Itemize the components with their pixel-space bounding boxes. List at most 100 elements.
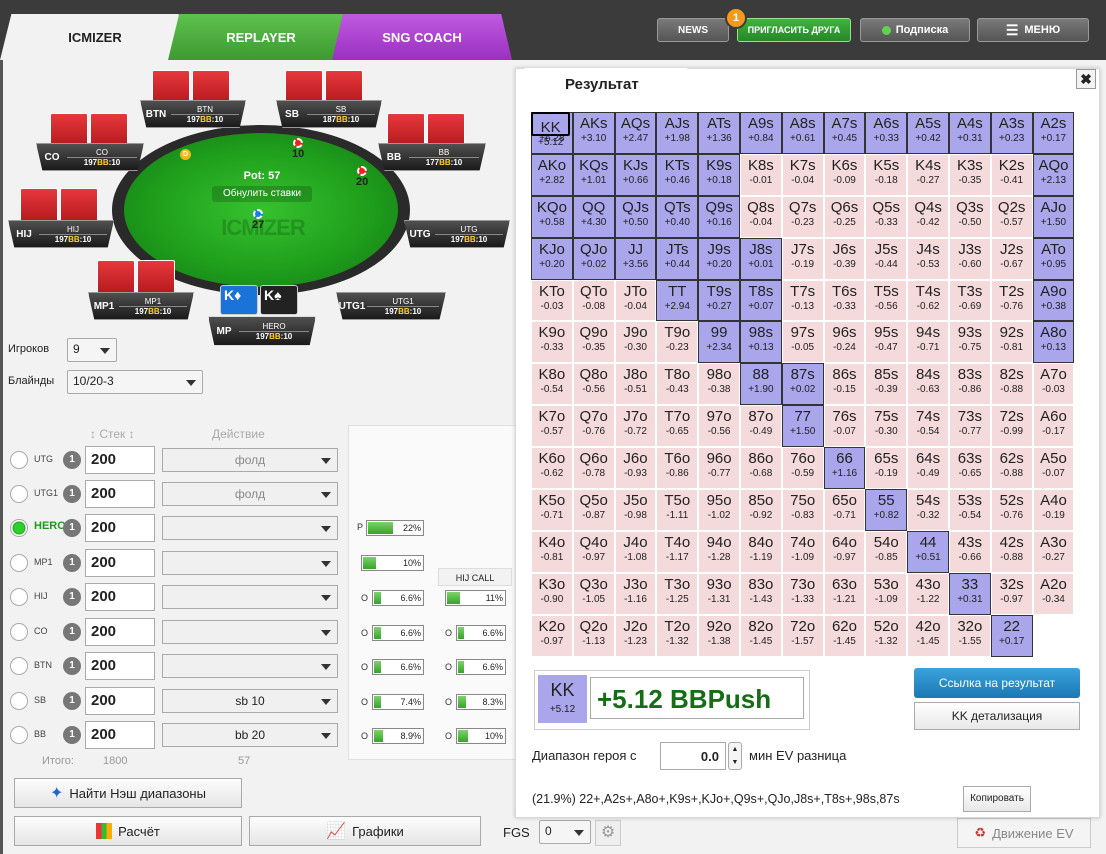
row-action-select[interactable]: [162, 654, 338, 678]
hand-cell[interactable]: 88 +1.90: [739, 363, 782, 406]
hand-cell[interactable]: 87s +0.02: [781, 363, 824, 406]
hand-cell[interactable]: 92o -1.38: [698, 614, 740, 657]
hand-cell[interactable]: 77 +1.50: [781, 405, 824, 448]
hand-cell[interactable]: K2s -0.41: [990, 153, 1033, 196]
row-stack-input[interactable]: 200: [85, 618, 155, 646]
hand-cell[interactable]: 85s -0.39: [865, 363, 908, 406]
hand-cell[interactable]: J4o -1.08: [614, 530, 657, 573]
row-radio[interactable]: [10, 588, 28, 606]
hand-cell[interactable]: AKs +3.10: [572, 112, 615, 154]
hand-cell[interactable]: 53o -1.09: [865, 572, 908, 615]
hand-cell[interactable]: KTs +0.46: [656, 153, 699, 196]
hand-cell[interactable]: Q7o -0.76: [572, 405, 615, 448]
hand-cell[interactable]: 64s -0.49: [907, 447, 949, 490]
invite-friend-button[interactable]: ПРИГЛАСИТЬ ДРУГА: [737, 18, 851, 42]
hand-cell[interactable]: J2o -1.23: [614, 614, 657, 657]
hand-cell[interactable]: KQs +1.01: [572, 153, 615, 196]
hand-cell[interactable]: 42s -0.88: [990, 530, 1033, 573]
hand-cell[interactable]: AJs +1.98: [656, 112, 699, 154]
hand-cell[interactable]: 33 +0.31: [948, 572, 991, 615]
hand-cell[interactable]: KQo +0.58: [531, 195, 573, 238]
seat-hero[interactable]: MP HERO 197BB:10: [208, 316, 316, 346]
seat-sb[interactable]: SB SB 187BB:10: [276, 100, 382, 128]
hand-cell[interactable]: Q8s -0.04: [739, 195, 782, 238]
seat-bb[interactable]: BB BB 177BB:10: [378, 143, 486, 171]
hand-cell[interactable]: QJs +0.50: [614, 195, 657, 238]
ev-movement-button[interactable]: ♻ Движение EV: [957, 818, 1091, 848]
hand-cell[interactable]: 52o -1.32: [865, 614, 908, 657]
hand-cell[interactable]: K5o -0.71: [531, 489, 573, 531]
hand-cell[interactable]: A9o +0.38: [1032, 279, 1075, 322]
spinner-icon[interactable]: ▲ ▼: [728, 742, 742, 770]
row-radio[interactable]: [10, 519, 28, 537]
hand-cell[interactable]: Q4s -0.42: [907, 195, 949, 238]
hand-cell[interactable]: AJo +1.50: [1032, 195, 1075, 238]
hand-cell[interactable]: Q2s -0.57: [990, 195, 1033, 238]
hand-cell[interactable]: 43o -1.22: [907, 572, 949, 615]
hand-cell[interactable]: 64o -0.97: [823, 530, 866, 573]
hand-cell[interactable]: A5s +0.42: [907, 112, 949, 154]
hand-cell[interactable]: T6o -0.86: [656, 447, 699, 490]
hand-cell[interactable]: Q7s -0.23: [781, 195, 824, 238]
hand-cell[interactable]: A4s +0.31: [948, 112, 991, 154]
share-result-button[interactable]: Ссылка на результат: [914, 668, 1080, 698]
row-stack-input[interactable]: 200: [85, 721, 155, 749]
hand-cell[interactable]: ATs +1.36: [698, 112, 740, 154]
hand-cell[interactable]: 82o -1.45: [739, 614, 782, 657]
hand-cell[interactable]: K8o -0.54: [531, 363, 573, 406]
hand-cell[interactable]: K4o -0.81: [531, 530, 573, 573]
min-ev-input[interactable]: 0.0: [660, 742, 726, 770]
hand-cell[interactable]: KJs +0.66: [614, 153, 657, 196]
hand-cell[interactable]: 97o -0.56: [698, 405, 740, 448]
hand-cell[interactable]: T8o -0.43: [656, 363, 699, 406]
hand-cell[interactable]: 96o -0.77: [698, 447, 740, 490]
hand-cell[interactable]: 74o -1.09: [781, 530, 824, 573]
hand-cell[interactable]: ATo +0.95: [1032, 237, 1075, 280]
hand-cell[interactable]: J2s -0.67: [990, 237, 1033, 280]
hand-cell[interactable]: 76s -0.07: [823, 405, 866, 448]
hand-cell[interactable]: 72s -0.99: [990, 405, 1033, 448]
row-action-select[interactable]: фолд: [162, 482, 338, 506]
hand-cell[interactable]: K7o -0.57: [531, 405, 573, 448]
row-action-select[interactable]: [162, 620, 338, 644]
hand-cell[interactable]: JJ +3.56: [614, 237, 657, 280]
gear-icon[interactable]: ⚙: [595, 820, 621, 846]
copy-button[interactable]: Копировать: [963, 786, 1031, 812]
row-action-select[interactable]: [162, 585, 338, 609]
hand-cell[interactable]: 82s -0.88: [990, 363, 1033, 406]
hand-cell[interactable]: 44 +0.51: [907, 530, 949, 573]
hand-detail-button[interactable]: KK детализация: [914, 702, 1080, 730]
hand-cell[interactable]: K9o -0.33: [531, 321, 573, 364]
hand-cell[interactable]: 63s -0.65: [948, 447, 991, 490]
hand-cell[interactable]: Q9o -0.35: [572, 321, 615, 364]
hand-cell[interactable]: 94s -0.71: [907, 321, 949, 364]
hand-cell[interactable]: T2s -0.76: [990, 279, 1033, 322]
hand-cell[interactable]: 84s -0.63: [907, 363, 949, 406]
row-stack-input[interactable]: 200: [85, 583, 155, 611]
tab-sng-coach[interactable]: SNG COACH: [332, 14, 512, 60]
close-icon[interactable]: ✖: [1076, 69, 1096, 89]
hand-cell[interactable]: J7s -0.19: [781, 237, 824, 280]
hand-cell[interactable]: T6s -0.33: [823, 279, 866, 322]
hand-cell[interactable]: Q5s -0.33: [865, 195, 908, 238]
hand-cell[interactable]: K6s -0.09: [823, 153, 866, 196]
hand-cell[interactable]: Q8o -0.56: [572, 363, 615, 406]
hand-cell[interactable]: 52s -0.76: [990, 489, 1033, 531]
hand-cell[interactable]: 42o -1.45: [907, 614, 949, 657]
hand-cell[interactable]: A2o -0.34: [1032, 572, 1075, 615]
hand-cell[interactable]: 63o -1.21: [823, 572, 866, 615]
clear-bets-button[interactable]: Обнулить ставки: [212, 186, 312, 202]
row-radio[interactable]: [10, 726, 28, 744]
hand-cell[interactable]: TT +2.94: [656, 279, 699, 322]
hand-cell[interactable]: A6o -0.17: [1032, 405, 1075, 448]
hand-cell[interactable]: J5s -0.44: [865, 237, 908, 280]
hand-cell[interactable]: A6s +0.33: [865, 112, 908, 154]
hand-cell[interactable]: 87o -0.49: [739, 405, 782, 448]
row-radio[interactable]: [10, 554, 28, 572]
hand-cell[interactable]: J6o -0.93: [614, 447, 657, 490]
hand-cell[interactable]: A3o -0.27: [1032, 530, 1075, 573]
row-stack-input[interactable]: 200: [85, 549, 155, 577]
hand-cell[interactable]: A9s +0.84: [739, 112, 782, 154]
hand-cell[interactable]: J6s -0.39: [823, 237, 866, 280]
hand-cell[interactable]: J4s -0.53: [907, 237, 949, 280]
